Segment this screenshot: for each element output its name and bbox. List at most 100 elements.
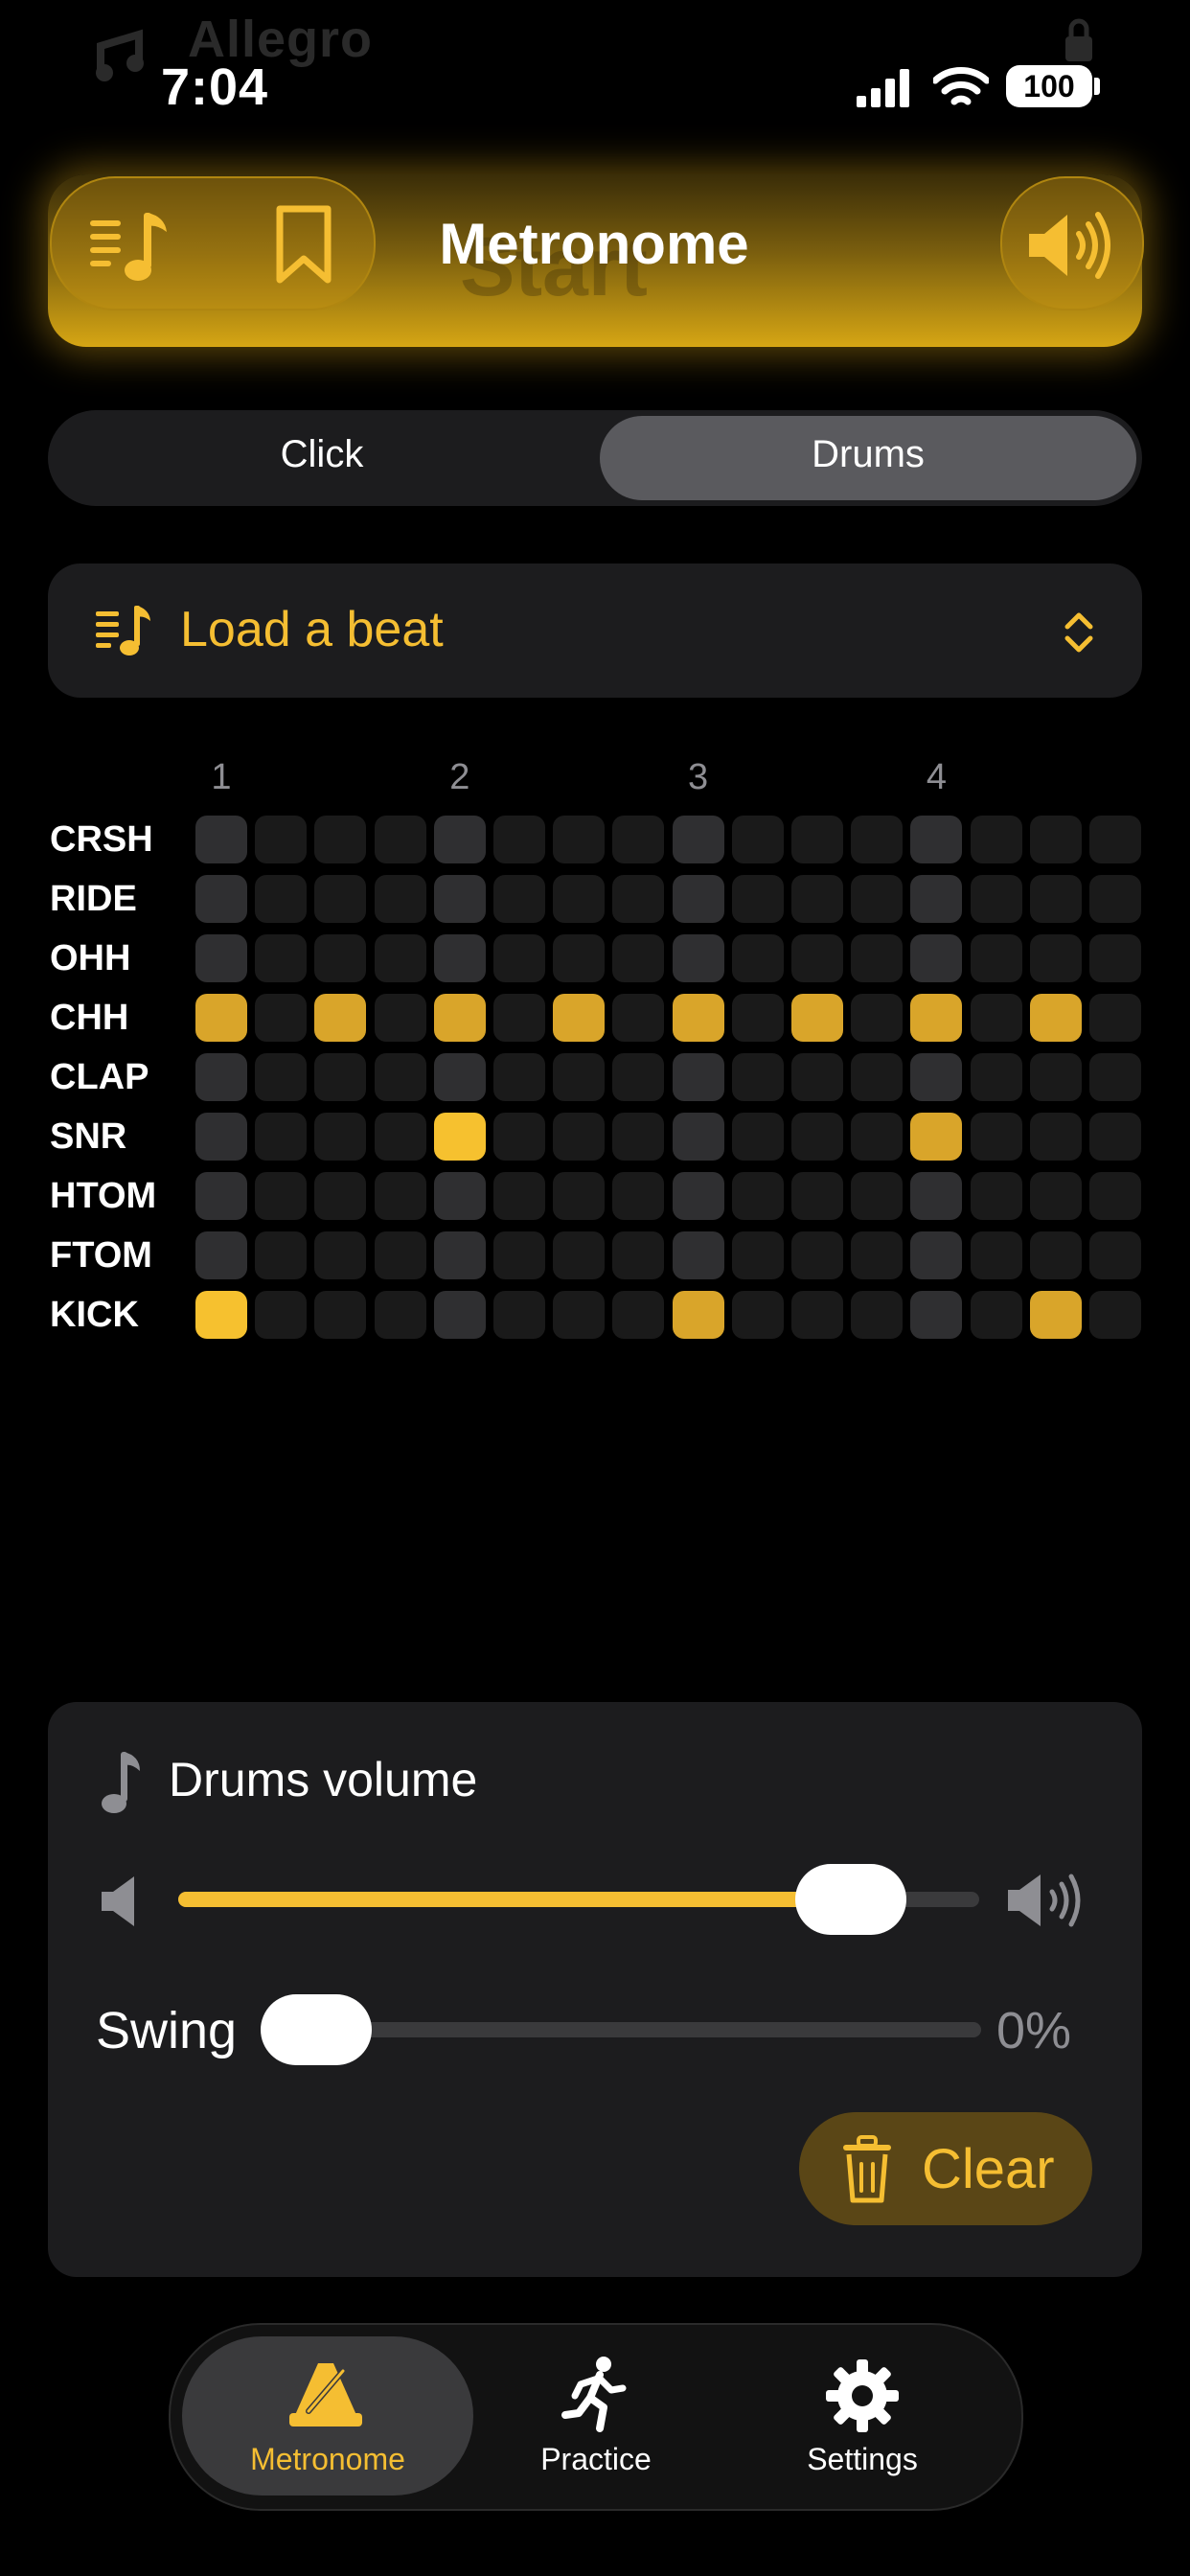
step-cell-chh-15[interactable] [1030, 994, 1082, 1042]
step-cell-clap-8[interactable] [612, 1053, 664, 1101]
step-cell-ohh-15[interactable] [1030, 934, 1082, 982]
step-cell-ride-10[interactable] [732, 875, 784, 923]
step-cell-ride-3[interactable] [314, 875, 366, 923]
step-cell-ftom-10[interactable] [732, 1231, 784, 1279]
tab-metronome[interactable]: Metronome [194, 2442, 462, 2477]
step-cell-ride-11[interactable] [791, 875, 843, 923]
step-cell-chh-13[interactable] [910, 994, 962, 1042]
step-cell-htom-10[interactable] [732, 1172, 784, 1220]
step-cell-ftom-11[interactable] [791, 1231, 843, 1279]
step-cell-snr-4[interactable] [375, 1113, 426, 1161]
step-cell-snr-6[interactable] [493, 1113, 545, 1161]
step-cell-kick-16[interactable] [1089, 1291, 1141, 1339]
step-cell-clap-6[interactable] [493, 1053, 545, 1101]
step-cell-ftom-14[interactable] [971, 1231, 1022, 1279]
step-cell-ftom-8[interactable] [612, 1231, 664, 1279]
step-cell-snr-2[interactable] [255, 1113, 307, 1161]
step-cell-ride-13[interactable] [910, 875, 962, 923]
step-cell-ftom-3[interactable] [314, 1231, 366, 1279]
step-cell-kick-4[interactable] [375, 1291, 426, 1339]
step-cell-kick-7[interactable] [553, 1291, 605, 1339]
step-cell-ride-2[interactable] [255, 875, 307, 923]
step-cell-clap-13[interactable] [910, 1053, 962, 1101]
metronome-icon[interactable] [287, 2358, 364, 2428]
step-cell-htom-4[interactable] [375, 1172, 426, 1220]
step-cell-kick-12[interactable] [851, 1291, 903, 1339]
step-cell-htom-13[interactable] [910, 1172, 962, 1220]
step-cell-ride-14[interactable] [971, 875, 1022, 923]
swing-slider-thumb[interactable] [261, 1994, 372, 2065]
step-cell-ftom-7[interactable] [553, 1231, 605, 1279]
step-cell-chh-11[interactable] [791, 994, 843, 1042]
step-cell-clap-9[interactable] [673, 1053, 724, 1101]
step-cell-ride-4[interactable] [375, 875, 426, 923]
step-cell-chh-8[interactable] [612, 994, 664, 1042]
step-cell-ftom-1[interactable] [195, 1231, 247, 1279]
step-cell-chh-3[interactable] [314, 994, 366, 1042]
step-cell-crsh-2[interactable] [255, 816, 307, 863]
step-cell-chh-9[interactable] [673, 994, 724, 1042]
step-cell-ftom-13[interactable] [910, 1231, 962, 1279]
step-cell-snr-3[interactable] [314, 1113, 366, 1161]
step-cell-kick-3[interactable] [314, 1291, 366, 1339]
tab-practice[interactable]: Practice [462, 2442, 730, 2477]
step-cell-crsh-16[interactable] [1089, 816, 1141, 863]
step-cell-ohh-10[interactable] [732, 934, 784, 982]
volume-slider-thumb[interactable] [795, 1864, 907, 1935]
step-cell-ride-9[interactable] [673, 875, 724, 923]
step-cell-kick-5[interactable] [434, 1291, 486, 1339]
step-cell-ohh-3[interactable] [314, 934, 366, 982]
step-cell-ohh-13[interactable] [910, 934, 962, 982]
step-cell-crsh-12[interactable] [851, 816, 903, 863]
step-cell-clap-12[interactable] [851, 1053, 903, 1101]
running-person-icon[interactable] [561, 2356, 629, 2432]
step-cell-snr-1[interactable] [195, 1113, 247, 1161]
step-cell-htom-3[interactable] [314, 1172, 366, 1220]
step-cell-clap-7[interactable] [553, 1053, 605, 1101]
playlist-music-icon[interactable] [88, 209, 176, 286]
step-cell-ohh-12[interactable] [851, 934, 903, 982]
step-cell-snr-10[interactable] [732, 1113, 784, 1161]
step-cell-clap-11[interactable] [791, 1053, 843, 1101]
step-cell-ohh-16[interactable] [1089, 934, 1141, 982]
step-cell-ride-6[interactable] [493, 875, 545, 923]
step-cell-ride-5[interactable] [434, 875, 486, 923]
step-cell-crsh-7[interactable] [553, 816, 605, 863]
step-cell-ohh-4[interactable] [375, 934, 426, 982]
step-cell-ftom-6[interactable] [493, 1231, 545, 1279]
step-cell-chh-6[interactable] [493, 994, 545, 1042]
step-cell-chh-4[interactable] [375, 994, 426, 1042]
step-cell-chh-1[interactable] [195, 994, 247, 1042]
step-cell-crsh-9[interactable] [673, 816, 724, 863]
tab-settings[interactable]: Settings [728, 2442, 996, 2477]
step-cell-crsh-5[interactable] [434, 816, 486, 863]
step-cell-snr-12[interactable] [851, 1113, 903, 1161]
step-cell-kick-14[interactable] [971, 1291, 1022, 1339]
step-cell-chh-7[interactable] [553, 994, 605, 1042]
step-cell-kick-8[interactable] [612, 1291, 664, 1339]
step-cell-chh-12[interactable] [851, 994, 903, 1042]
step-cell-htom-15[interactable] [1030, 1172, 1082, 1220]
step-cell-ride-16[interactable] [1089, 875, 1141, 923]
step-cell-htom-6[interactable] [493, 1172, 545, 1220]
step-cell-ftom-15[interactable] [1030, 1231, 1082, 1279]
step-cell-snr-11[interactable] [791, 1113, 843, 1161]
step-cell-clap-10[interactable] [732, 1053, 784, 1101]
step-cell-crsh-10[interactable] [732, 816, 784, 863]
step-cell-ohh-5[interactable] [434, 934, 486, 982]
step-cell-ohh-8[interactable] [612, 934, 664, 982]
step-cell-crsh-15[interactable] [1030, 816, 1082, 863]
step-cell-kick-2[interactable] [255, 1291, 307, 1339]
step-cell-crsh-1[interactable] [195, 816, 247, 863]
step-cell-snr-9[interactable] [673, 1113, 724, 1161]
step-cell-ftom-4[interactable] [375, 1231, 426, 1279]
step-cell-snr-14[interactable] [971, 1113, 1022, 1161]
step-cell-snr-7[interactable] [553, 1113, 605, 1161]
step-cell-htom-9[interactable] [673, 1172, 724, 1220]
step-cell-clap-15[interactable] [1030, 1053, 1082, 1101]
step-cell-clap-16[interactable] [1089, 1053, 1141, 1101]
step-cell-ftom-9[interactable] [673, 1231, 724, 1279]
step-cell-ohh-2[interactable] [255, 934, 307, 982]
step-cell-crsh-4[interactable] [375, 816, 426, 863]
bookmark-icon[interactable] [274, 205, 333, 286]
